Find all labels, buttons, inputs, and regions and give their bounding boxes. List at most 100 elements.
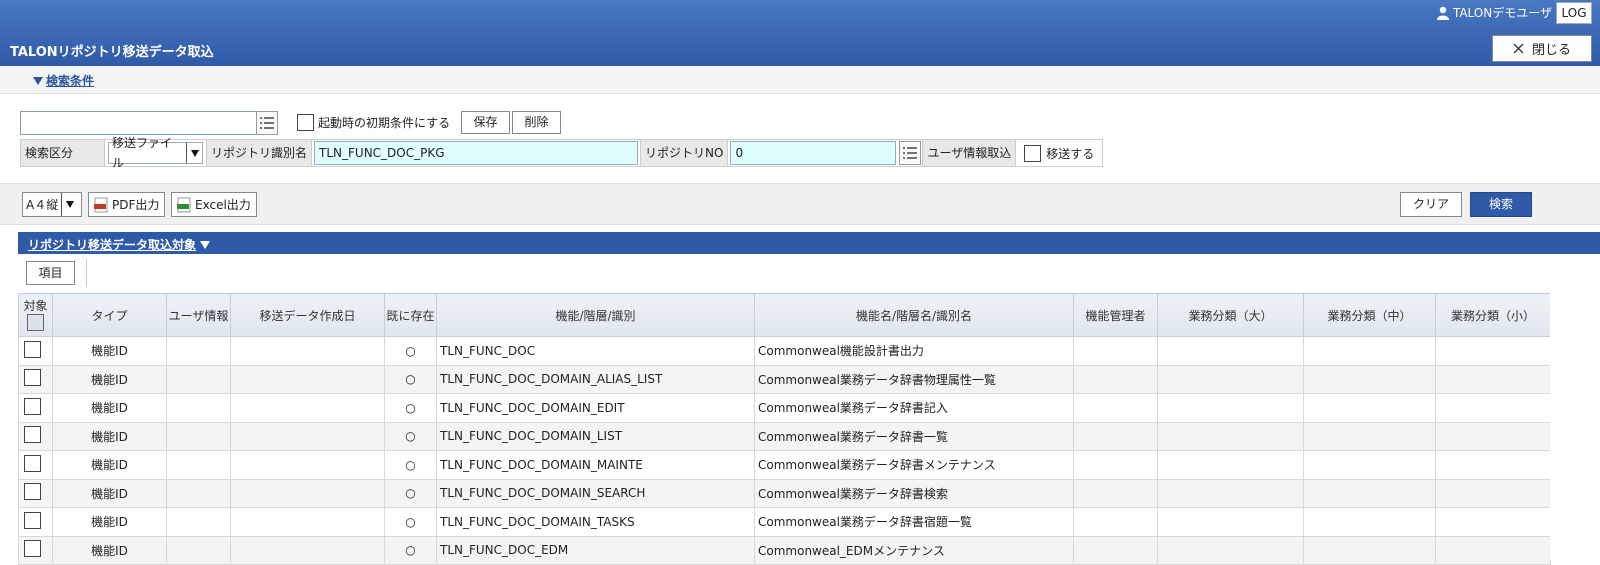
kubun-select[interactable]: 移送ファイル	[108, 136, 203, 170]
cell-exists-text: ○	[405, 486, 416, 501]
excel-export-button[interactable]: Excel出力	[171, 192, 257, 217]
pdf-export-button[interactable]: PDF出力	[88, 192, 166, 217]
col-header-category-large[interactable]: 業務分類（大）	[1157, 293, 1304, 337]
cell-category-medium	[1303, 336, 1436, 366]
cell-user-info	[166, 478, 231, 508]
repo-no-input[interactable]: 0	[730, 141, 897, 165]
triangle-down-icon	[33, 76, 43, 85]
table-row[interactable]: 機能ID ○ TLN_FUNC_DOC_DOMAIN_TASKS Commonweal…	[18, 507, 1551, 537]
col-header-user-info[interactable]: ユーザ情報	[166, 293, 231, 337]
cell-category-medium	[1303, 478, 1436, 508]
cell-category-large	[1157, 336, 1304, 366]
close-icon	[1513, 43, 1524, 54]
col-header-type[interactable]: タイプ	[52, 293, 167, 337]
table-row[interactable]: 機能ID ○ TLN_FUNC_DOC_DOMAIN_ALIAS_LIST Commo…	[18, 364, 1551, 394]
col-header-id[interactable]: 機能/階層/識別	[436, 293, 755, 337]
row-select-checkbox[interactable]	[24, 540, 41, 558]
cell-type-text: 機能ID	[91, 372, 128, 387]
cell-category-medium	[1303, 393, 1436, 423]
cell-user-info	[166, 393, 231, 423]
cell-name: Commonweal業務データ辞書物理属性一覧	[754, 364, 1074, 394]
row-select-checkbox[interactable]	[24, 426, 41, 444]
cell-name-text: Commonweal_EDMメンテナンス	[758, 543, 945, 558]
col-header-exists[interactable]: 既に存在	[384, 293, 437, 337]
search-button[interactable]: 検索	[1470, 192, 1532, 217]
cell-category-small	[1435, 450, 1551, 480]
col-header-target: 対象	[18, 293, 53, 337]
row-select-checkbox[interactable]	[24, 454, 41, 472]
checkbox[interactable]	[1024, 144, 1042, 162]
excel-icon	[177, 197, 191, 212]
row-checkbox	[18, 421, 53, 451]
cell-category-large	[1157, 393, 1304, 423]
condition-bar: 検索条件	[0, 66, 1600, 94]
condition-list-button[interactable]	[256, 111, 278, 135]
table-row[interactable]: 機能ID ○ TLN_FUNC_DOC_DOMAIN_EDIT Commonweal業…	[18, 393, 1551, 423]
condition-toggle-label: 検索条件	[46, 74, 95, 88]
cell-name: Commonweal業務データ辞書メンテナンス	[754, 450, 1074, 480]
table-row[interactable]: 機能ID ○ TLN_FUNC_DOC Commonweal機能設計書出力	[18, 336, 1551, 366]
table-row[interactable]: 機能ID ○ TLN_FUNC_DOC_DOMAIN_MAINTE Commonwea…	[18, 450, 1551, 480]
row-select-checkbox[interactable]	[24, 511, 41, 529]
column-items-button[interactable]: 項目	[26, 261, 75, 285]
table-row[interactable]: 機能ID ○ TLN_FUNC_DOC_EDM Commonweal_EDMメンテナン…	[18, 535, 1551, 565]
user-icon	[1436, 6, 1449, 20]
init-condition-checkbox[interactable]: 起動時の初期条件にする	[297, 114, 450, 131]
cell-user-info	[166, 450, 231, 480]
cell-type: 機能ID	[52, 450, 167, 480]
cell-category-large	[1157, 507, 1304, 537]
col-header-label: 対象	[23, 298, 48, 313]
paper-size-select[interactable]: A４縦	[22, 192, 82, 217]
cell-category-small	[1435, 507, 1551, 537]
excel-export-label: Excel出力	[195, 198, 251, 212]
close-button[interactable]: 閉じる	[1492, 35, 1592, 62]
logout-button[interactable]: LOG	[1556, 2, 1592, 24]
cell-id-text: TLN_FUNC_DOC_DOMAIN_SEARCH	[440, 486, 646, 501]
triangle-down-icon	[200, 240, 211, 249]
repo-id-input[interactable]: TLN_FUNC_DOC_PKG	[314, 141, 639, 165]
cell-manager	[1073, 393, 1158, 423]
table-row[interactable]: 機能ID ○ TLN_FUNC_DOC_DOMAIN_SEARCH Commonwea…	[18, 478, 1551, 508]
clear-button[interactable]: クリア	[1400, 192, 1462, 217]
user-name: TALONデモユーザ	[1452, 6, 1552, 20]
col-header-category-small[interactable]: 業務分類（小）	[1435, 293, 1551, 337]
cell-type: 機能ID	[52, 393, 167, 423]
save-button[interactable]: 保存	[461, 111, 510, 134]
delete-button[interactable]: 削除	[512, 111, 561, 134]
cell-category-small	[1435, 364, 1551, 394]
cell-manager	[1073, 364, 1158, 394]
condition-name-input[interactable]	[20, 111, 260, 135]
condition-toggle[interactable]: 検索条件	[33, 72, 94, 89]
cell-exists-text: ○	[405, 372, 416, 387]
cell-type: 機能ID	[52, 364, 167, 394]
cell-type-text: 機能ID	[91, 486, 128, 501]
repo-no-list-button[interactable]	[899, 141, 922, 165]
cell-exists: ○	[384, 421, 437, 451]
cell-category-large	[1157, 450, 1304, 480]
col-header-manager[interactable]: 機能管理者	[1073, 293, 1158, 337]
transfer-checkbox[interactable]: 移送する	[1016, 140, 1103, 166]
cell-id: TLN_FUNC_DOC_DOMAIN_LIST	[436, 421, 755, 451]
row-select-checkbox[interactable]	[24, 397, 41, 415]
table-row[interactable]: 機能ID ○ TLN_FUNC_DOC_DOMAIN_LIST Commonweal業…	[18, 421, 1551, 451]
row-select-checkbox[interactable]	[24, 483, 41, 501]
cell-exists-text: ○	[405, 343, 416, 358]
col-header-category-medium[interactable]: 業務分類（中）	[1303, 293, 1436, 337]
search-fields: 検索区分 移送ファイル リポジトリ識別名 TLN_FUNC_DOC_PKG リポ…	[20, 136, 1104, 170]
row-select-checkbox[interactable]	[24, 340, 41, 358]
cell-id: TLN_FUNC_DOC	[436, 336, 755, 366]
cell-manager	[1073, 336, 1158, 366]
section-toggle[interactable]: リポジトリ移送データ取込対象	[28, 236, 211, 253]
row-select-checkbox[interactable]	[24, 369, 41, 387]
cell-category-medium	[1303, 507, 1436, 537]
cell-category-medium	[1303, 421, 1436, 451]
cell-id-text: TLN_FUNC_DOC_DOMAIN_LIST	[440, 429, 623, 444]
select-all-checkbox[interactable]	[27, 313, 44, 331]
cell-user-info	[166, 421, 231, 451]
checkbox[interactable]	[297, 114, 314, 131]
cell-id-text: TLN_FUNC_DOC_DOMAIN_EDIT	[440, 400, 625, 415]
cell-exists: ○	[384, 478, 437, 508]
pdf-export-label: PDF出力	[112, 198, 160, 212]
col-header-name[interactable]: 機能名/階層名/識別名	[754, 293, 1074, 337]
col-header-created[interactable]: 移送データ作成日	[230, 293, 385, 337]
